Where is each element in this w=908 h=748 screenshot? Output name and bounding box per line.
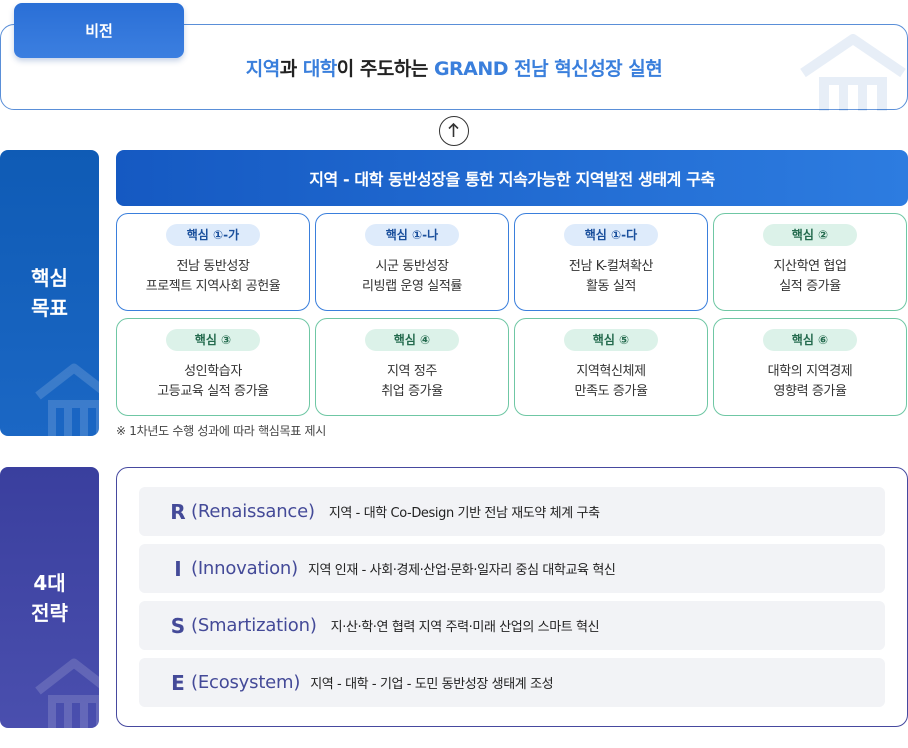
goal-card: 핵심 ①-다 전남 K-컬쳐확산활동 실적	[514, 213, 708, 311]
vision-hl-grand: GRAND 전남 혁신성장 실현	[433, 58, 663, 80]
goal-desc: 대학의 지역경제영향력 증가율	[714, 362, 906, 402]
core-goals-note: ※ 1차년도 수행 성과에 따라 핵심목표 제시	[116, 424, 327, 438]
strategy-desc: 지역 인재 - 사회·경제·산업·문화·일자리 중심 대학교육 혁신	[307, 563, 616, 578]
goal-badge: 핵심 ①-나	[365, 224, 459, 246]
goal-card: 핵심 ③ 성인학습자고등교육 실적 증가율	[116, 318, 310, 416]
building-watermark-icon	[35, 363, 99, 436]
strategy-letter: R	[170, 499, 186, 524]
goal-line1: 성인학습자	[184, 364, 242, 379]
goal-line1: 지역 정주	[387, 364, 437, 379]
strategy-desc: 지역 - 대학 Co-Design 기반 전남 재도약 체계 구축	[328, 506, 600, 521]
goal-desc: 성인학습자고등교육 실적 증가율	[117, 362, 309, 402]
goal-card: 핵심 ④ 지역 정주취업 증가율	[315, 318, 509, 416]
core-goals-label: 핵심목표	[0, 150, 99, 436]
goal-desc: 지역 정주취업 증가율	[316, 362, 508, 402]
strategy-row: E (Ecosystem) 지역 - 대학 - 기업 - 도민 동반성장 생태계…	[139, 658, 885, 707]
vision-hl-region: 지역	[245, 58, 280, 80]
strategy-letter: I	[174, 556, 182, 581]
goal-card: 핵심 ⑤ 지역혁신체제만족도 증가율	[514, 318, 708, 416]
strategies-label: 4대전략	[0, 467, 99, 728]
goal-line2: 취업 증가율	[381, 384, 443, 399]
strategy-letter: S	[170, 613, 186, 638]
vision-statement: 지역과 대학이 주도하는 GRAND 전남 혁신성장 실현	[0, 54, 908, 81]
goal-line1: 전남 K-컬쳐확산	[568, 259, 654, 274]
goal-line1: 지역혁신체제	[576, 364, 646, 379]
strategy-letter: E	[171, 670, 185, 695]
goal-line1: 전남 동반성장	[176, 259, 250, 274]
goal-line1: 시군 동반성장	[375, 259, 449, 274]
goal-line2: 프로젝트 지역사회 공헌율	[145, 279, 281, 294]
goal-line1: 지산학연 협업	[773, 259, 847, 274]
core-label-line2: 목표	[31, 296, 68, 320]
strategy-word: (Smartization)	[191, 615, 317, 636]
goal-badge: 핵심 ①-다	[564, 224, 658, 246]
goal-line2: 활동 실적	[586, 279, 636, 294]
vision-mid-2: 이 주도하는	[336, 58, 434, 80]
goal-line2: 실적 증가율	[779, 279, 841, 294]
goal-card: 핵심 ①-가 전남 동반성장프로젝트 지역사회 공헌율	[116, 213, 310, 311]
core-banner-text: 지역 - 대학 동반성장을 통한 지속가능한 지역발전 생태계 구축	[309, 170, 715, 189]
building-watermark-icon	[35, 658, 99, 728]
goal-desc: 지산학연 협업실적 증가율	[714, 257, 906, 297]
strategy-word: (Ecosystem)	[191, 672, 301, 693]
core-label-line1: 핵심	[31, 266, 68, 290]
goal-badge: 핵심 ④	[365, 329, 459, 351]
vision-tab-label: 비전	[85, 22, 113, 40]
goal-line2: 만족도 증가율	[574, 384, 648, 399]
up-arrow-icon	[439, 116, 469, 146]
goal-badge: 핵심 ③	[166, 329, 260, 351]
strat-label-line2: 전략	[31, 600, 68, 625]
vision-tab: 비전	[14, 3, 184, 58]
vision-mid-1: 과	[279, 58, 303, 80]
core-goal-banner: 지역 - 대학 동반성장을 통한 지속가능한 지역발전 생태계 구축	[116, 150, 908, 206]
strategy-word: (Renaissance)	[191, 501, 315, 522]
vision-hl-university: 대학	[302, 58, 337, 80]
goal-badge: 핵심 ⑥	[763, 329, 857, 351]
strategy-desc: 지역 - 대학 - 기업 - 도민 동반성장 생태계 조성	[310, 677, 554, 692]
strategy-row: R (Renaissance) 지역 - 대학 Co-Design 기반 전남 …	[139, 487, 885, 536]
goal-badge: 핵심 ⑤	[564, 329, 658, 351]
goal-desc: 전남 K-컬쳐확산활동 실적	[515, 257, 707, 297]
goal-line2: 리빙랩 운영 실적률	[362, 279, 462, 294]
strat-label-line1: 4대	[33, 570, 66, 595]
strategy-row: S (Smartization) 지·산·학·연 협력 지역 주력·미래 산업의…	[139, 601, 885, 650]
strategy-desc: 지·산·학·연 협력 지역 주력·미래 산업의 스마트 혁신	[330, 620, 600, 635]
goal-line2: 고등교육 실적 증가율	[157, 384, 269, 399]
goal-desc: 전남 동반성장프로젝트 지역사회 공헌율	[117, 257, 309, 297]
strategy-word: (Innovation)	[191, 558, 298, 579]
goal-desc: 시군 동반성장리빙랩 운영 실적률	[316, 257, 508, 297]
goal-badge: 핵심 ②	[763, 224, 857, 246]
goal-card: 핵심 ①-나 시군 동반성장리빙랩 운영 실적률	[315, 213, 509, 311]
goal-card: 핵심 ② 지산학연 협업실적 증가율	[713, 213, 907, 311]
goal-desc: 지역혁신체제만족도 증가율	[515, 362, 707, 402]
goal-card: 핵심 ⑥ 대학의 지역경제영향력 증가율	[713, 318, 907, 416]
strategy-row: I (Innovation) 지역 인재 - 사회·경제·산업·문화·일자리 중…	[139, 544, 885, 593]
goal-badge: 핵심 ①-가	[166, 224, 260, 246]
goal-line1: 대학의 지역경제	[767, 364, 853, 379]
goal-line2: 영향력 증가율	[773, 384, 847, 399]
